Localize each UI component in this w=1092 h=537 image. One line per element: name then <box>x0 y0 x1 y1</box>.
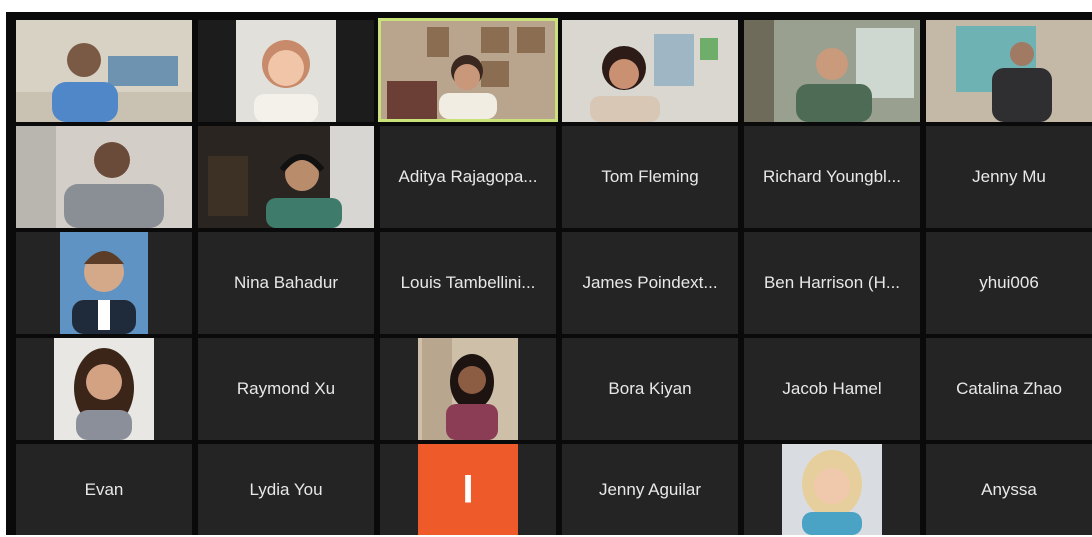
profile-photo <box>782 444 882 535</box>
participant-tile-photo-1[interactable] <box>16 232 192 334</box>
participant-tile-video-1[interactable] <box>16 20 192 122</box>
participant-tile-nina[interactable]: Nina Bahadur <box>198 232 374 334</box>
participant-name: Jenny Aguilar <box>598 479 702 499</box>
participant-tile-aditya[interactable]: Aditya Rajagopa... <box>380 126 556 228</box>
participant-name: Lydia You <box>249 479 323 499</box>
participant-tile-video-2[interactable] <box>198 20 374 122</box>
participant-video <box>198 126 374 228</box>
participant-tile-ben[interactable]: Ben Harrison (H... <box>744 232 920 334</box>
participant-video <box>562 20 738 122</box>
avatar: I <box>418 444 518 535</box>
participant-name: Anyssa <box>981 479 1037 499</box>
participant-tile-lydia[interactable]: Lydia You <box>198 444 374 535</box>
participant-name: Jacob Hamel <box>782 379 882 398</box>
participant-tile-video-4[interactable] <box>562 20 738 122</box>
participant-video <box>381 21 555 119</box>
participant-name: Tom Fleming <box>601 167 699 186</box>
participant-tile-james[interactable]: James Poindext... <box>562 232 738 334</box>
participant-tile-tom[interactable]: Tom Fleming <box>562 126 738 228</box>
participant-name: James Poindext... <box>582 273 718 292</box>
participant-name: yhui006 <box>979 273 1039 292</box>
participant-name: Catalina Zhao <box>956 379 1062 398</box>
participant-tile-video-7[interactable] <box>16 126 192 228</box>
participant-tile-louis[interactable]: Louis Tambellini... <box>380 232 556 334</box>
participant-tile-video-6[interactable] <box>926 20 1092 122</box>
participant-tile-catalina[interactable]: Catalina Zhao <box>926 338 1092 440</box>
participant-tile-photo-4[interactable] <box>744 444 920 535</box>
participant-video <box>926 20 1092 122</box>
participant-name: Nina Bahadur <box>234 273 338 292</box>
participant-name: Evan <box>84 479 124 499</box>
participant-tile-yhui006[interactable]: yhui006 <box>926 232 1092 334</box>
participant-video <box>744 20 920 122</box>
participant-name: Louis Tambellini... <box>400 273 536 292</box>
participant-tile-jenny-mu[interactable]: Jenny Mu <box>926 126 1092 228</box>
avatar-initial: I <box>462 467 474 511</box>
participant-tile-jacob[interactable]: Jacob Hamel <box>744 338 920 440</box>
participant-video <box>16 126 192 228</box>
participant-tile-evan[interactable]: Evan <box>16 444 192 535</box>
video-gallery: Aditya Rajagopa... Tom Fleming Richard Y… <box>6 12 1092 535</box>
participant-tile-photo-2[interactable] <box>16 338 192 440</box>
participant-name: Aditya Rajagopa... <box>398 167 538 186</box>
participant-tile-avatar[interactable]: I <box>380 444 556 535</box>
participant-tile-active-speaker[interactable] <box>378 18 558 122</box>
participant-tile-jenny-aguilar[interactable]: Jenny Aguilar <box>562 444 738 535</box>
participant-tile-video-8[interactable] <box>198 126 374 228</box>
participant-video <box>198 20 374 122</box>
participant-video <box>16 20 192 122</box>
participant-tile-bora[interactable]: Bora Kiyan <box>562 338 738 440</box>
participant-name: Jenny Mu <box>972 167 1046 186</box>
participant-name: Richard Youngbl... <box>763 167 901 186</box>
participant-tile-anyssa[interactable]: Anyssa <box>926 444 1092 535</box>
participant-tile-raymond[interactable]: Raymond Xu <box>198 338 374 440</box>
participant-name: Raymond Xu <box>236 379 336 398</box>
participant-tile-video-5[interactable] <box>744 20 920 122</box>
profile-photo <box>54 338 154 440</box>
profile-photo <box>60 232 148 334</box>
participant-tile-richard[interactable]: Richard Youngbl... <box>744 126 920 228</box>
participant-tile-photo-3[interactable] <box>380 338 556 440</box>
participant-name: Ben Harrison (H... <box>763 273 901 292</box>
participant-name: Bora Kiyan <box>608 379 692 398</box>
profile-photo <box>418 338 518 440</box>
